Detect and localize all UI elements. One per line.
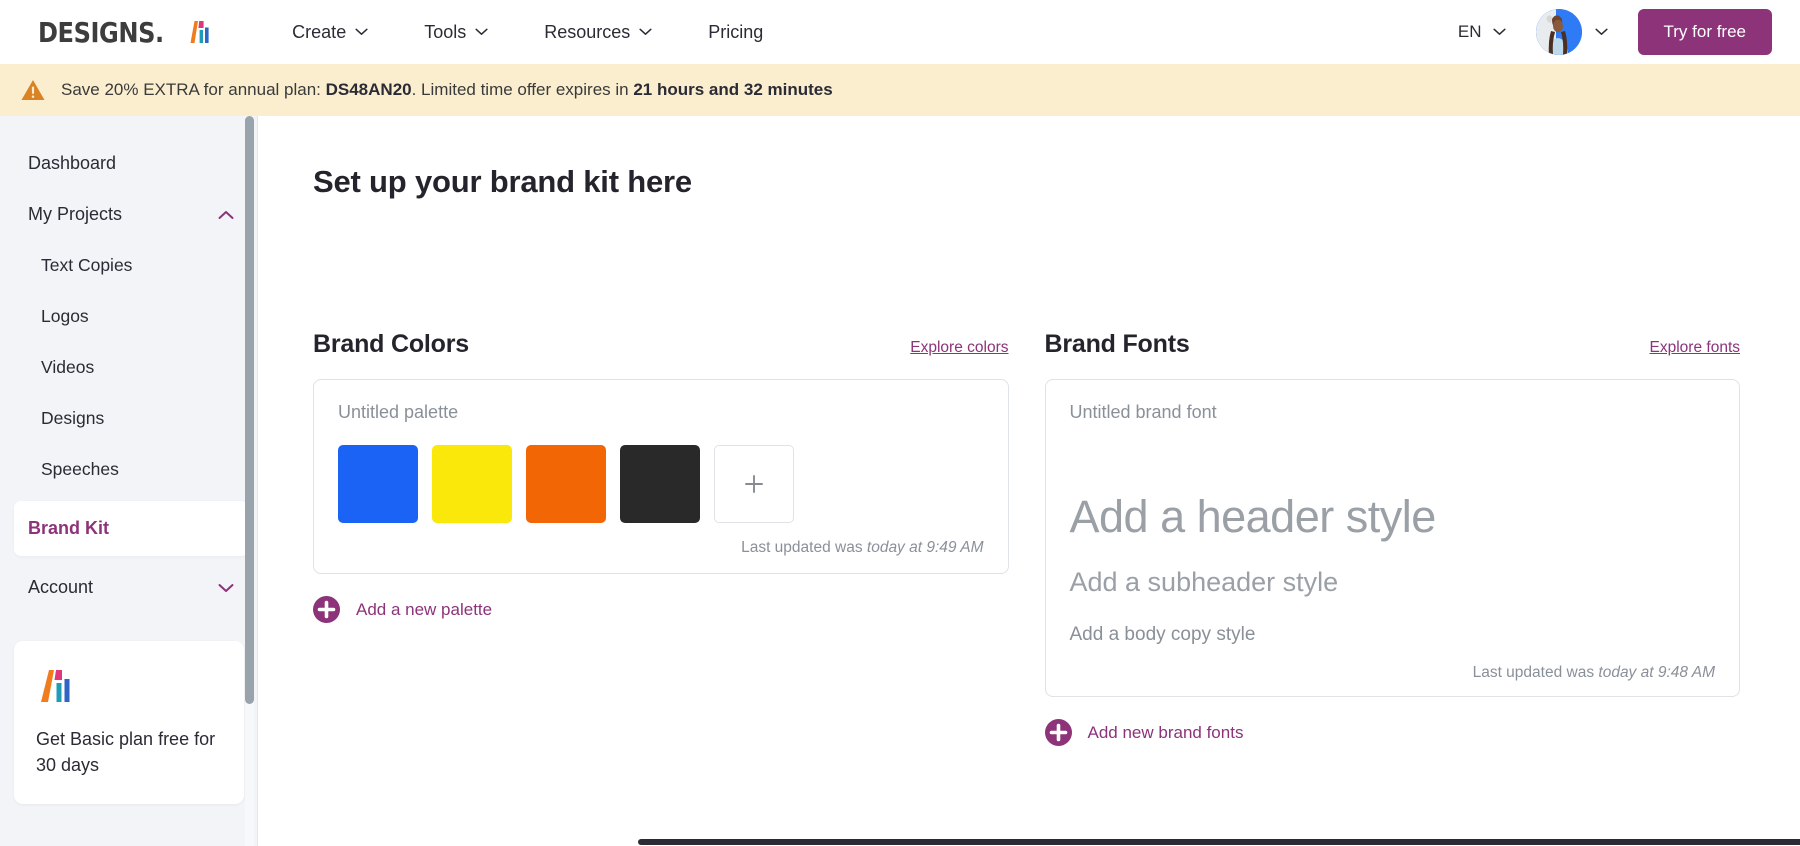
chevron-down-icon [475, 28, 488, 36]
upgrade-promo-card[interactable]: Get Basic plan free for 30 days [14, 641, 244, 804]
promo-code: DS48AN20 [326, 80, 412, 99]
nav-item-resources[interactable]: Resources [516, 14, 680, 51]
palette-updated-time: today at 9:49 AM [867, 539, 984, 556]
sidebar-item-dashboard[interactable]: Dashboard [0, 138, 258, 189]
brand-font-last-updated: Last updated was today at 9:48 AM [1070, 664, 1716, 682]
ai-logo-mark-icon [184, 17, 214, 47]
chevron-down-icon [355, 28, 368, 36]
sidebar-item-videos[interactable]: Videos [0, 342, 258, 393]
brand-kit-page: DESIGNS. Create Tools [0, 0, 1800, 846]
brand-fonts-section: Brand Fonts Explore fonts Untitled brand… [1045, 330, 1741, 746]
blue-swatch[interactable] [338, 445, 418, 523]
plus-circle-icon [1045, 719, 1072, 746]
subheader-style-placeholder[interactable]: Add a subheader style [1070, 567, 1716, 598]
promo-countdown: 21 hours and 32 minutes [633, 80, 832, 99]
nav-item-tools-label: Tools [424, 22, 466, 43]
explore-fonts-link[interactable]: Explore fonts [1650, 339, 1740, 359]
brand-colors-section: Brand Colors Explore colors Untitled pal… [313, 330, 1009, 746]
promo-banner-text: Save 20% EXTRA for annual plan: DS48AN20… [61, 80, 833, 100]
brand-colors-title: Brand Colors [313, 330, 469, 359]
upgrade-promo-text: Get Basic plan free for 30 days [36, 727, 222, 778]
nav-item-create-label: Create [292, 22, 346, 43]
body-region: Dashboard My Projects Text Copies Logos … [0, 116, 1800, 846]
sidebar-group-my-projects[interactable]: My Projects [0, 189, 258, 240]
site-logo[interactable]: DESIGNS. [38, 16, 214, 49]
chevron-down-icon [218, 583, 234, 593]
sidebar-item-brand-kit[interactable]: Brand Kit [14, 501, 248, 556]
logo-wordmark: DESIGNS. [38, 16, 164, 49]
chevron-down-icon [1493, 28, 1506, 36]
palette-card: Untitled palette [313, 379, 1009, 574]
add-swatch-button[interactable] [714, 445, 794, 523]
palette-name[interactable]: Untitled palette [338, 402, 984, 423]
primary-nav: Create Tools Resources Pricing [264, 14, 791, 51]
page-title: Set up your brand kit here [313, 164, 1740, 200]
nav-item-pricing[interactable]: Pricing [680, 14, 791, 51]
sidebar-group-account-label: Account [28, 577, 93, 598]
orange-swatch[interactable] [526, 445, 606, 523]
promo-banner: Save 20% EXTRA for annual plan: DS48AN20… [0, 64, 1800, 116]
chevron-down-icon [639, 28, 652, 36]
plus-circle-icon [313, 596, 340, 623]
horizontal-scrollbar-thumb[interactable] [638, 839, 1800, 845]
sidebar-item-logos[interactable]: Logos [0, 291, 258, 342]
brand-kit-columns: Brand Colors Explore colors Untitled pal… [313, 330, 1740, 746]
add-new-palette-label: Add a new palette [356, 600, 492, 620]
explore-colors-link[interactable]: Explore colors [910, 339, 1008, 359]
body-style-placeholder[interactable]: Add a body copy style [1070, 624, 1716, 646]
sidebar-scrollbar-thumb[interactable] [245, 116, 254, 704]
ai-logo-mark-icon [36, 665, 76, 707]
brand-fonts-title: Brand Fonts [1045, 330, 1190, 359]
horizontal-scrollbar-track[interactable] [516, 838, 1800, 846]
main-content: Set up your brand kit here Brand Colors … [258, 116, 1800, 846]
brand-fonts-header: Brand Fonts Explore fonts [1045, 330, 1741, 359]
add-new-brand-fonts-button[interactable]: Add new brand fonts [1045, 719, 1741, 746]
promo-text-part-1: Save 20% EXTRA for annual plan: [61, 80, 326, 99]
nav-item-resources-label: Resources [544, 22, 630, 43]
dark-swatch[interactable] [620, 445, 700, 523]
left-sidebar: Dashboard My Projects Text Copies Logos … [0, 116, 258, 846]
try-for-free-button[interactable]: Try for free [1638, 9, 1773, 55]
language-selector[interactable]: EN [1452, 14, 1512, 50]
chevron-down-icon [1595, 28, 1608, 36]
font-updated-prefix: Last updated was [1473, 664, 1599, 681]
account-menu[interactable] [1536, 9, 1608, 55]
plus-icon [743, 473, 765, 495]
palette-updated-prefix: Last updated was [741, 539, 867, 556]
nav-item-tools[interactable]: Tools [396, 14, 516, 51]
font-updated-time: today at 9:48 AM [1598, 664, 1715, 681]
sidebar-item-designs[interactable]: Designs [0, 393, 258, 444]
sidebar-item-text-copies[interactable]: Text Copies [0, 240, 258, 291]
brand-colors-header: Brand Colors Explore colors [313, 330, 1009, 359]
nav-item-create[interactable]: Create [264, 14, 396, 51]
sidebar-group-account[interactable]: Account [0, 562, 258, 613]
promo-text-part-2: . Limited time offer expires in [412, 80, 634, 99]
nav-item-pricing-label: Pricing [708, 22, 763, 43]
header-style-placeholder[interactable]: Add a header style [1070, 491, 1716, 543]
language-label: EN [1458, 22, 1482, 42]
swatch-list [338, 445, 984, 523]
top-navigation-bar: DESIGNS. Create Tools [0, 0, 1800, 64]
warning-triangle-icon [20, 77, 46, 103]
sidebar-group-my-projects-label: My Projects [28, 204, 122, 225]
palette-last-updated: Last updated was today at 9:49 AM [338, 539, 984, 557]
avatar [1536, 9, 1582, 55]
yellow-swatch[interactable] [432, 445, 512, 523]
chevron-up-icon [218, 210, 234, 220]
add-new-palette-button[interactable]: Add a new palette [313, 596, 1009, 623]
add-new-brand-fonts-label: Add new brand fonts [1088, 723, 1244, 743]
sidebar-item-speeches[interactable]: Speeches [0, 444, 258, 495]
brand-font-set-name[interactable]: Untitled brand font [1070, 402, 1716, 423]
brand-font-card: Untitled brand font Add a header style A… [1045, 379, 1741, 697]
header-right-controls: EN [1452, 9, 1772, 55]
